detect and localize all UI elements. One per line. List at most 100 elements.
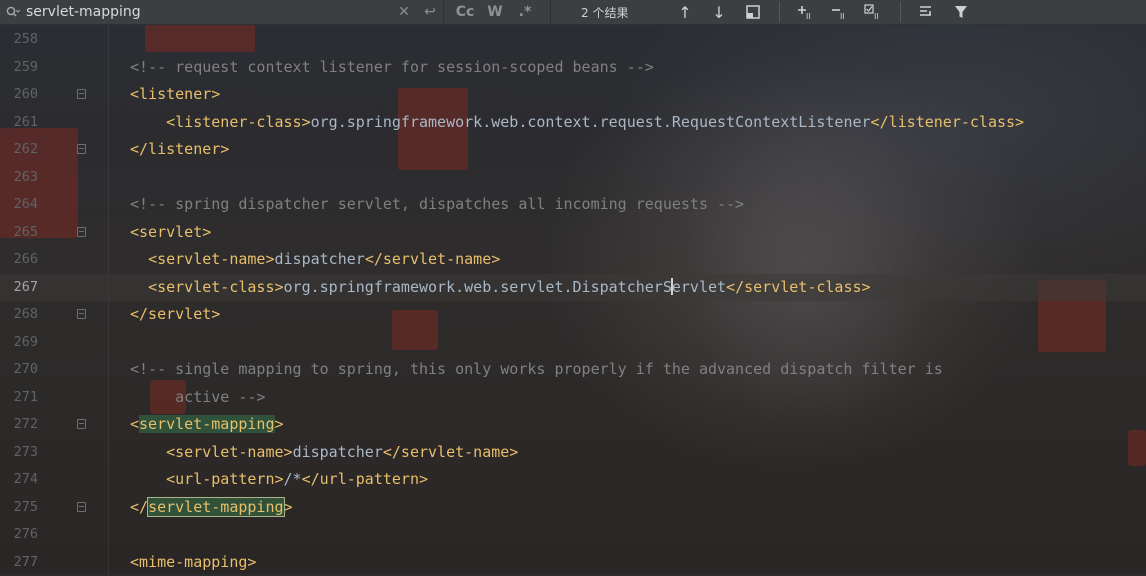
code-text: <servlet-name>dispatcher</servlet-name>: [130, 439, 518, 467]
code-token: org.springframework.web.context.request.…: [311, 113, 871, 131]
code-token: <: [130, 415, 139, 433]
line-number: 269: [8, 329, 38, 357]
fold-marker-icon[interactable]: [77, 227, 86, 237]
svg-text:II: II: [806, 12, 811, 20]
fold-marker-icon[interactable]: [77, 502, 86, 512]
line-number: 267: [8, 274, 38, 302]
code-line[interactable]: 263: [0, 164, 1146, 192]
code-text: <mime-mapping>: [130, 549, 256, 576]
line-number: 273: [8, 439, 38, 467]
code-line[interactable]: 268 </servlet>: [0, 301, 1146, 329]
filter-icon[interactable]: [947, 1, 975, 23]
code-token: [130, 250, 148, 268]
search-results-count: 2 个结果: [551, 4, 671, 21]
line-number: 277: [8, 549, 38, 576]
code-line[interactable]: 269: [0, 329, 1146, 357]
next-occurrence-icon[interactable]: ↓: [705, 1, 733, 23]
whole-words-toggle[interactable]: W: [480, 4, 510, 20]
svg-text:II: II: [840, 12, 845, 20]
code-text: </listener>: [130, 136, 229, 164]
open-in-window-icon[interactable]: [739, 1, 767, 23]
code-token: >: [275, 415, 284, 433]
code-token: </servlet-class>: [726, 278, 871, 296]
code-text: </servlet>: [130, 301, 220, 329]
code-line[interactable]: 271 active -->: [0, 384, 1146, 412]
code-token: </servlet>: [130, 305, 220, 323]
code-token: <servlet-name>: [148, 250, 274, 268]
line-number: 272: [8, 411, 38, 439]
fold-marker-icon[interactable]: [77, 89, 86, 99]
code-text: <servlet-name>dispatcher</servlet-name>: [130, 246, 500, 274]
code-text: <!-- spring dispatcher servlet, dispatch…: [130, 191, 744, 219]
line-number: 259: [8, 54, 38, 82]
code-token: <url-pattern>: [166, 470, 283, 488]
code-text: <servlet-mapping>: [130, 411, 284, 439]
line-number: 258: [8, 26, 38, 54]
new-line-icon[interactable]: ↩: [417, 1, 443, 23]
remove-occurrence-icon[interactable]: II: [826, 1, 854, 23]
code-token: </url-pattern>: [302, 470, 428, 488]
line-number: 268: [8, 301, 38, 329]
code-line[interactable]: 262 </listener>: [0, 136, 1146, 164]
code-text: <!-- single mapping to spring, this only…: [130, 356, 943, 384]
fold-marker-icon[interactable]: [77, 419, 86, 429]
fold-marker-icon[interactable]: [77, 309, 86, 319]
code-line[interactable]: 272 <servlet-mapping>: [0, 411, 1146, 439]
code-token: </listener>: [130, 140, 229, 158]
code-token: </listener-class>: [871, 113, 1025, 131]
code-line[interactable]: 277 <mime-mapping>: [0, 549, 1146, 576]
code-text: active -->: [130, 384, 265, 412]
code-line[interactable]: 258: [0, 26, 1146, 54]
code-line[interactable]: 274 <url-pattern>/*</url-pattern>: [0, 466, 1146, 494]
line-number: 274: [8, 466, 38, 494]
code-text: <url-pattern>/*</url-pattern>: [130, 466, 428, 494]
clear-search-icon[interactable]: ✕: [391, 1, 417, 23]
code-text: <servlet-class>org.springframework.web.s…: [130, 274, 871, 302]
code-token: <listener-class>: [166, 113, 311, 131]
code-line[interactable]: 276: [0, 521, 1146, 549]
line-number: 262: [8, 136, 38, 164]
code-editor[interactable]: 258259 <!-- request context listener for …: [0, 24, 1146, 574]
code-line[interactable]: 265<servlet>: [0, 219, 1146, 247]
code-token: <mime-mapping>: [130, 553, 256, 571]
code-line[interactable]: 266 <servlet-name>dispatcher</servlet-na…: [0, 246, 1146, 274]
toolbar-separator: [900, 2, 901, 22]
find-bar: ✕ ↩ Cc W .* 2 个结果 ↑ ↓ II II II: [0, 0, 1146, 25]
line-number: 265: [8, 219, 38, 247]
code-token: <servlet-name>: [166, 443, 292, 461]
code-line[interactable]: 270 <!-- single mapping to spring, this o…: [0, 356, 1146, 384]
code-token: >: [284, 498, 293, 516]
code-token: <!-- request context listener for sessio…: [130, 58, 654, 76]
search-input[interactable]: [26, 1, 391, 23]
code-line[interactable]: 260 <listener>: [0, 81, 1146, 109]
regex-toggle[interactable]: .*: [510, 4, 540, 20]
code-line[interactable]: 264<!-- spring dispatcher servlet, dispa…: [0, 191, 1146, 219]
search-field-container: ✕ ↩: [0, 0, 444, 24]
add-occurrence-icon[interactable]: II: [792, 1, 820, 23]
code-token: </servlet-name>: [383, 443, 518, 461]
search-navigation: ↑ ↓ II II II: [671, 1, 975, 23]
code-token: </: [130, 498, 148, 516]
code-token: dispatcher: [293, 443, 383, 461]
line-number: 261: [8, 109, 38, 137]
line-number: 263: [8, 164, 38, 192]
previous-occurrence-icon[interactable]: ↑: [671, 1, 699, 23]
line-number: 270: [8, 356, 38, 384]
code-line[interactable]: 267 <servlet-class>org.springframework.w…: [0, 274, 1146, 302]
code-token: org.springframework.web.servlet.: [284, 278, 573, 296]
code-token: <!-- single mapping to spring, this only…: [130, 360, 943, 378]
code-line[interactable]: 259 <!-- request context listener for ses…: [0, 54, 1146, 82]
fold-marker-icon[interactable]: [77, 144, 86, 154]
line-number: 260: [8, 81, 38, 109]
search-history-icon[interactable]: [0, 6, 26, 18]
filter-search-results-icon[interactable]: [913, 1, 941, 23]
match-case-toggle[interactable]: Cc: [450, 4, 480, 20]
line-number: 276: [8, 521, 38, 549]
code-token: <listener>: [130, 85, 220, 103]
select-all-occurrences-icon[interactable]: II: [860, 1, 888, 23]
code-token: /*: [284, 470, 302, 488]
code-token: DispatcherS: [573, 278, 672, 296]
code-line[interactable]: 275</servlet-mapping>: [0, 494, 1146, 522]
code-line[interactable]: 261 <listener-class>org.springframework.…: [0, 109, 1146, 137]
code-line[interactable]: 273 <servlet-name>dispatcher</servlet-na…: [0, 439, 1146, 467]
